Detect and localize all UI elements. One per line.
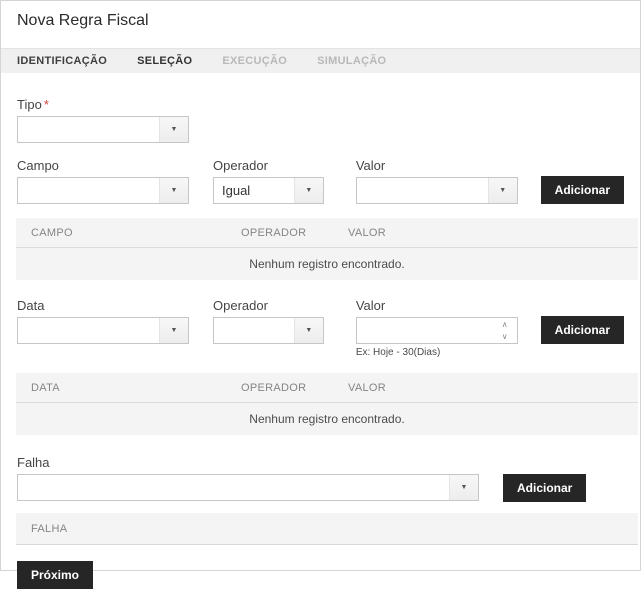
tabstrip: IDENTIFICAÇÃO SELEÇÃO EXECUÇÃO SIMULAÇÃO <box>1 48 640 73</box>
tipo-section: Tipo* <box>17 97 624 143</box>
tipo-select[interactable] <box>17 116 189 143</box>
falha-grid-header: FALHA <box>16 513 638 545</box>
valor-select[interactable] <box>356 177 518 204</box>
column-header-falha: FALHA <box>31 523 241 535</box>
chevron-down-icon <box>449 475 478 500</box>
adicionar-campo-button[interactable]: Adicionar <box>541 176 624 204</box>
tipo-label: Tipo* <box>17 97 624 112</box>
campo-select-value <box>18 178 159 203</box>
column-header-operador: OPERADOR <box>241 382 348 394</box>
tab-simulacao: SIMULAÇÃO <box>317 55 386 67</box>
falha-select[interactable] <box>17 474 479 501</box>
adicionar-data-button[interactable]: Adicionar <box>541 316 624 344</box>
selecao-tab-content: Tipo* Campo Operador Igual <box>1 73 640 589</box>
proximo-button[interactable]: Próximo <box>17 561 93 589</box>
footer: Próximo <box>17 561 624 589</box>
column-header-campo: CAMPO <box>31 227 241 239</box>
required-asterisk: * <box>44 97 49 112</box>
operador-column: Operador Igual <box>213 158 324 204</box>
tab-selecao[interactable]: SELEÇÃO <box>137 55 192 67</box>
tipo-label-text: Tipo <box>17 97 42 112</box>
campo-grid: CAMPO OPERADOR VALOR Nenhum registro enc… <box>16 218 638 280</box>
campo-grid-header: CAMPO OPERADOR VALOR <box>16 218 638 248</box>
falha-select-value <box>18 475 449 500</box>
chevron-down-icon <box>159 178 188 203</box>
data-valor-value <box>357 318 493 343</box>
campo-filter-row: Campo Operador Igual Valor <box>17 158 624 204</box>
page-title: Nova Regra Fiscal <box>17 12 624 30</box>
nova-regra-fiscal-dialog: Nova Regra Fiscal IDENTIFICAÇÃO SELEÇÃO … <box>0 0 641 571</box>
data-grid: DATA OPERADOR VALOR Nenhum registro enco… <box>16 373 638 435</box>
data-operador-select-value <box>214 318 294 343</box>
data-operador-column: Operador <box>213 298 324 344</box>
tab-execucao: EXECUÇÃO <box>222 55 287 67</box>
valor-label: Valor <box>356 158 518 173</box>
campo-column: Campo <box>17 158 189 204</box>
column-header-data: DATA <box>31 382 241 394</box>
falha-row: Adicionar <box>17 474 624 502</box>
data-operador-label: Operador <box>213 298 324 313</box>
valor-select-value <box>357 178 488 203</box>
falha-label: Falha <box>17 455 624 470</box>
data-select-value <box>18 318 159 343</box>
data-select[interactable] <box>17 317 189 344</box>
operador-select-value: Igual <box>214 178 294 203</box>
column-header-valor: VALOR <box>348 227 638 239</box>
spinner-buttons <box>493 318 517 343</box>
campo-select[interactable] <box>17 177 189 204</box>
data-label: Data <box>17 298 189 313</box>
titlebar: Nova Regra Fiscal <box>1 1 640 30</box>
chevron-down-icon <box>294 318 323 343</box>
falha-grid: FALHA <box>16 513 638 545</box>
data-grid-header: DATA OPERADOR VALOR <box>16 373 638 403</box>
operador-label: Operador <box>213 158 324 173</box>
campo-label: Campo <box>17 158 189 173</box>
chevron-down-icon <box>294 178 323 203</box>
data-valor-label: Valor <box>356 298 518 313</box>
data-valor-column: Valor Ex: Hoje - 30(Dias) <box>356 298 518 358</box>
data-column: Data <box>17 298 189 344</box>
data-filter-row: Data Operador Valor <box>17 298 624 358</box>
chevron-down-icon <box>488 178 517 203</box>
data-valor-hint: Ex: Hoje - 30(Dias) <box>356 347 518 358</box>
valor-column: Valor <box>356 158 518 204</box>
column-header-operador: OPERADOR <box>241 227 348 239</box>
operador-select[interactable]: Igual <box>213 177 324 204</box>
spinner-up-icon[interactable] <box>493 318 517 331</box>
chevron-down-icon <box>159 318 188 343</box>
column-header-valor: VALOR <box>348 382 638 394</box>
falha-section: Falha Adicionar <box>17 455 624 502</box>
adicionar-falha-button[interactable]: Adicionar <box>503 474 586 502</box>
campo-grid-empty-message: Nenhum registro encontrado. <box>16 248 638 280</box>
tipo-select-value <box>18 117 159 142</box>
data-grid-empty-message: Nenhum registro encontrado. <box>16 403 638 435</box>
data-operador-select[interactable] <box>213 317 324 344</box>
data-valor-numeric-input[interactable] <box>356 317 518 344</box>
tab-identificacao[interactable]: IDENTIFICAÇÃO <box>17 55 107 67</box>
chevron-down-icon <box>159 117 188 142</box>
spinner-down-icon[interactable] <box>493 331 517 344</box>
